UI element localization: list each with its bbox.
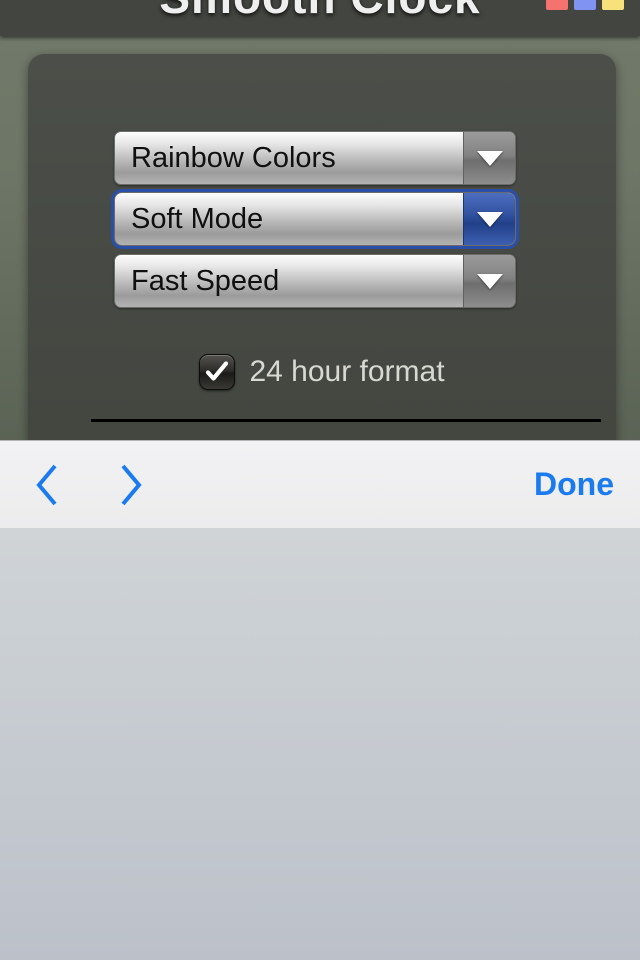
chevron-down-icon[interactable]: [463, 193, 515, 245]
blue-swatch[interactable]: [574, 0, 596, 10]
chevron-down-icon[interactable]: [463, 255, 515, 307]
page-title: Smooth Clock: [0, 0, 640, 24]
previous-field-button[interactable]: [16, 441, 78, 529]
red-swatch[interactable]: [546, 0, 568, 10]
colors-select-row: Rainbow Colors: [114, 131, 516, 185]
yellow-swatch[interactable]: [602, 0, 624, 10]
hour-format-checkbox[interactable]: [199, 354, 236, 390]
colors-select[interactable]: Rainbow Colors: [114, 131, 516, 185]
hour-format-label: 24 hour format: [249, 355, 445, 388]
speed-select[interactable]: Fast Speed: [114, 254, 516, 308]
check-icon: [206, 361, 229, 381]
app-header: Smooth Clock: [0, 0, 640, 36]
chevron-right-icon: [121, 464, 142, 505]
speed-select-value: Fast Speed: [131, 264, 280, 297]
done-button[interactable]: Done: [534, 466, 614, 503]
mode-select[interactable]: Soft Mode: [111, 189, 519, 249]
mode-select-value: Soft Mode: [131, 202, 264, 235]
mode-select-row: Soft Mode: [111, 189, 519, 249]
speed-select-row: Fast Speed: [114, 254, 516, 308]
settings-panel: Rainbow Colors Soft Mode Fast Speed 24 h…: [28, 54, 616, 474]
color-swatch-group: [546, 0, 624, 10]
screen: Smooth Clock Rainbow Colors S: [0, 0, 640, 960]
mode-picker-wheel[interactable]: Smooth Mode Soft Mode Swirl Mode Plain M…: [0, 528, 640, 960]
divider: [91, 419, 601, 422]
input-accessory-toolbar: Done: [0, 440, 640, 528]
hour-format-row[interactable]: 24 hour format: [28, 354, 616, 390]
chevron-left-icon: [36, 464, 57, 505]
colors-select-value: Rainbow Colors: [131, 141, 336, 174]
next-field-button[interactable]: [100, 441, 162, 529]
chevron-down-icon[interactable]: [463, 132, 515, 184]
